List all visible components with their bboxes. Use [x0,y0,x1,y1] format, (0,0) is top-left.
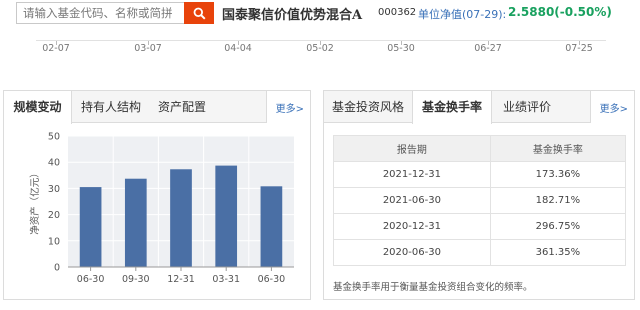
bar [260,186,283,267]
timeline-label: 06-27 [474,43,502,54]
timeline-label: 02-07 [42,43,70,54]
search-input[interactable] [17,3,185,23]
bar [124,178,147,267]
tab-holder-structure[interactable]: 持有人结构 [74,91,148,123]
turnover-note: 基金换手率用于衡量基金投资组合变化的频率。 [333,282,533,293]
nav-label[interactable]: 单位净值(07-29): [418,6,506,22]
x-tick-label: 06-30 [77,274,105,285]
y-tick-label: 40 [48,158,60,169]
turnover-panel: 基金投资风格 基金换手率 业绩评价 更多> 报告期 基金换手率 2021-12-… [323,90,635,300]
table-header-row: 报告期 基金换手率 [333,135,627,162]
scale-tabs: 规模变动 持有人结构 资产配置 更多> [4,91,310,124]
table-row: 2021-06-30 182.71% [333,187,627,214]
y-tick-label: 50 [48,132,60,143]
table-cell: 361.35% [489,239,627,266]
y-tick-label: 20 [48,210,60,221]
x-tick-label: 09-30 [122,274,150,285]
timeline-label: 05-02 [306,43,334,54]
timeline-label: 03-07 [134,43,162,54]
timeline-line [36,40,606,41]
table-row: 2020-06-30 361.35% [333,239,627,266]
scale-panel: 规模变动 持有人结构 资产配置 更多> 0 10 20 30 40 50 06-30 09-3… [3,90,311,300]
more-box: 更多> [266,91,310,123]
tab-investment-style[interactable]: 基金投资风格 [324,91,412,123]
y-tick-label: 10 [48,236,60,247]
bar [170,169,192,267]
tab-scale-change[interactable]: 规模变动 [4,91,72,124]
scale-chart: 0 10 20 30 40 50 06-30 09-30 12-31 03-31 06-30 净资产（… [29,132,294,285]
timeline-label: 05-30 [387,43,415,54]
search-box [16,2,214,24]
y-tick-label: 0 [54,263,60,274]
column-header: 基金换手率 [489,135,627,162]
x-tick-label: 03-31 [212,274,240,285]
table-cell: 2020-12-31 [333,213,491,240]
table-cell: 2021-12-31 [333,161,491,188]
table-cell: 2020-06-30 [333,239,491,266]
table-row: 2020-12-31 296.75% [333,213,627,240]
fund-code: 000362 [378,7,417,18]
search-icon [193,7,206,20]
turnover-tabs: 基金投资风格 基金换手率 业绩评价 更多> [324,91,634,124]
search-button[interactable] [184,2,214,24]
tab-turnover-rate[interactable]: 基金换手率 [412,91,492,124]
y-axis-label: 净资产（亿元） [29,168,41,235]
x-tick-label: 06-30 [258,274,286,285]
table-cell: 173.36% [489,161,627,188]
y-tick-label: 30 [48,184,60,195]
header-bar: 国泰聚信价值优势混合A 000362 单位净值(07-29): 2.5880(-… [0,0,640,28]
turnover-table: 报告期 基金换手率 2021-12-31 173.36% 2021-06-30 … [333,135,627,266]
tab-performance[interactable]: 业绩评价 [492,91,562,123]
table-cell: 182.71% [489,187,627,214]
more-link[interactable]: 更多> [600,100,628,115]
timeline-axis: 02-07 03-07 04-04 05-02 05-30 06-27 07-2… [0,28,640,82]
more-link[interactable]: 更多> [276,100,304,115]
bar [215,165,238,267]
table-cell: 2021-06-30 [333,187,491,214]
bar [79,187,102,267]
table-cell: 296.75% [489,213,627,240]
timeline-label: 07-25 [565,43,593,54]
x-tick-label: 12-31 [167,274,195,285]
nav-value: 2.5880(-0.50%) [508,5,612,19]
fund-name: 国泰聚信价值优势混合A [222,8,363,23]
tab-asset-allocation[interactable]: 资产配置 [150,91,214,123]
more-box: 更多> [590,91,634,123]
table-row: 2021-12-31 173.36% [333,161,627,188]
timeline-label: 04-04 [224,43,252,54]
column-header: 报告期 [333,135,491,162]
